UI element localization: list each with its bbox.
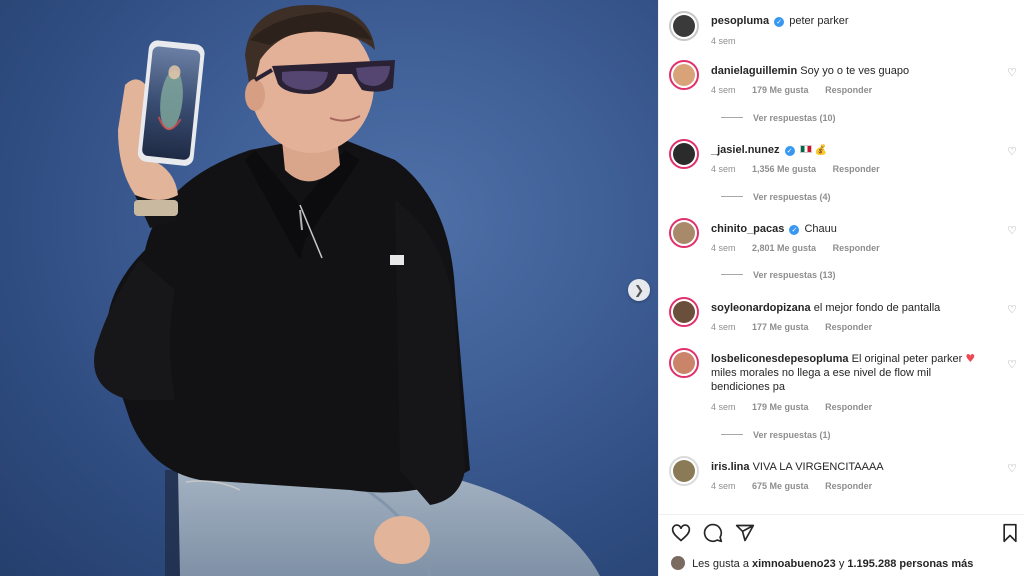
commenter-username[interactable]: danielaguillemin [711, 65, 797, 77]
liker-avatar [671, 556, 685, 570]
view-replies-link[interactable]: Ver respuestas (10) [721, 113, 836, 123]
bookmark-icon[interactable] [1001, 523, 1019, 543]
view-replies-link[interactable]: Ver respuestas (1) [721, 430, 831, 440]
author-avatar[interactable] [669, 11, 699, 41]
comment-text: iris.lina VIVA LA VIRGENCITAAAA [711, 460, 991, 474]
comment-time: 4 sem [711, 322, 736, 332]
comment-item: losbeliconesdepesopluma El original pete… [669, 348, 1019, 444]
comments-panel: pesopluma ✓ peter parker 4 sem danielagu… [658, 0, 1024, 576]
commenter-username[interactable]: iris.lina [711, 461, 750, 473]
comment-body: El original peter parker [851, 353, 963, 365]
comment-time: 4 sem [711, 85, 736, 95]
likes-prefix: Les gusta a [692, 558, 749, 570]
comment-text: losbeliconesdepesopluma El original pete… [711, 352, 991, 394]
heart-icon[interactable]: ♡ [1007, 462, 1017, 475]
money-bag-icon: 💰 [814, 145, 828, 156]
mexico-flag-icon [799, 145, 812, 153]
reply-button[interactable]: Responder [825, 402, 872, 412]
comment-meta: 4 sem 179 Me gusta Responder [711, 402, 886, 412]
comment-body-continued: miles morales no llega a ese nivel de fl… [711, 367, 932, 393]
heart-icon[interactable]: ♡ [1007, 358, 1017, 371]
post-caption-line: pesopluma ✓ peter parker [711, 15, 849, 27]
reply-button[interactable]: Responder [825, 322, 872, 332]
heart-icon[interactable]: ♡ [1007, 303, 1017, 316]
view-replies-label: Ver respuestas (13) [753, 270, 836, 280]
likes-count[interactable]: 1.195.288 personas más [847, 558, 973, 570]
heart-icon[interactable]: ♡ [1007, 145, 1017, 158]
commenter-avatar[interactable] [669, 60, 699, 90]
comment-body: VIVA LA VIRGENCITAAAA [752, 461, 884, 473]
comment-text: soyleonardopizana el mejor fondo de pant… [711, 301, 991, 315]
comment-likes[interactable]: 1,356 Me gusta [752, 164, 816, 174]
post-photo[interactable]: ❯ [0, 0, 658, 576]
view-replies-link[interactable]: Ver respuestas (4) [721, 192, 831, 202]
heart-icon[interactable]: ♡ [1007, 66, 1017, 79]
view-replies-link[interactable]: Ver respuestas (13) [721, 270, 836, 280]
post-time: 4 sem [711, 36, 736, 46]
comment-meta: 4 sem 2,801 Me gusta Responder [711, 243, 894, 253]
view-replies-label: Ver respuestas (10) [753, 113, 836, 123]
next-slide-button[interactable]: ❯ [628, 279, 650, 301]
comment-body: el mejor fondo de pantalla [813, 302, 941, 314]
view-replies-label: Ver respuestas (1) [753, 430, 831, 440]
chevron-right-icon: ❯ [633, 283, 645, 297]
comment-text: danielaguillemin Soy yo o te ves guapo [711, 64, 991, 78]
comment-time: 4 sem [711, 164, 736, 174]
comment-likes[interactable]: 179 Me gusta [752, 85, 809, 95]
reply-button[interactable]: Responder [825, 85, 872, 95]
comment-item: _jasiel.nunez ✓ 💰 4 sem 1,356 Me gusta R… [669, 139, 1019, 209]
commenter-avatar[interactable] [669, 139, 699, 169]
heart-icon[interactable]: ♡ [1007, 224, 1017, 237]
red-heart-icon: ♥ [965, 352, 976, 365]
comment-body: Soy yo o te ves guapo [800, 65, 910, 77]
comment-item: chinito_pacas ✓ Chauu 4 sem 2,801 Me gus… [669, 218, 1019, 288]
comment-meta: 4 sem 1,356 Me gusta Responder [711, 164, 894, 174]
commenter-username[interactable]: soyleonardopizana [711, 302, 811, 314]
verified-icon: ✓ [774, 17, 785, 27]
likes-middle: y [838, 558, 845, 570]
verified-icon: ✓ [789, 225, 800, 235]
verified-icon: ✓ [784, 146, 795, 156]
comment-time: 4 sem [711, 243, 736, 253]
comment-item: danielaguillemin Soy yo o te ves guapo 4… [669, 60, 1019, 130]
post-action-bar [659, 514, 1024, 550]
reply-button[interactable]: Responder [833, 164, 880, 174]
commenter-avatar[interactable] [669, 297, 699, 327]
comment-likes[interactable]: 675 Me gusta [752, 481, 809, 491]
post-caption: peter parker [789, 15, 849, 27]
likes-summary[interactable]: Les gusta a ximnoabueno23 y 1.195.288 pe… [671, 556, 973, 570]
post-header: pesopluma ✓ peter parker 4 sem [669, 9, 1009, 49]
commenter-avatar[interactable] [669, 456, 699, 486]
comment-text: chinito_pacas ✓ Chauu [711, 222, 991, 236]
comment-time: 4 sem [711, 402, 736, 412]
heart-icon[interactable] [671, 523, 691, 543]
comment-item: soyleonardopizana el mejor fondo de pant… [669, 297, 1019, 341]
reply-button[interactable]: Responder [833, 243, 880, 253]
comment-icon[interactable] [703, 523, 723, 543]
comment-meta: 4 sem 179 Me gusta Responder [711, 85, 886, 95]
view-replies-label: Ver respuestas (4) [753, 192, 831, 202]
comment-meta: 4 sem 675 Me gusta Responder [711, 481, 886, 491]
comment-text: _jasiel.nunez ✓ 💰 [711, 143, 991, 158]
liker-username[interactable]: ximnoabueno23 [752, 558, 836, 570]
comment-likes[interactable]: 179 Me gusta [752, 402, 809, 412]
commenter-avatar[interactable] [669, 348, 699, 378]
comment-meta: 4 sem 177 Me gusta Responder [711, 322, 886, 332]
comment-body: Chauu [804, 223, 837, 235]
comment-likes[interactable]: 2,801 Me gusta [752, 243, 816, 253]
photo-illustration [94, 5, 600, 576]
comment-time: 4 sem [711, 481, 736, 491]
commenter-username[interactable]: losbeliconesdepesopluma [711, 353, 849, 365]
commenter-avatar[interactable] [669, 218, 699, 248]
commenter-username[interactable]: chinito_pacas [711, 223, 784, 235]
comment-likes[interactable]: 177 Me gusta [752, 322, 809, 332]
reply-button[interactable]: Responder [825, 481, 872, 491]
author-username[interactable]: pesopluma [711, 15, 769, 27]
comment-item: iris.lina VIVA LA VIRGENCITAAAA 4 sem 67… [669, 456, 1019, 500]
commenter-username[interactable]: _jasiel.nunez [711, 144, 779, 156]
share-icon[interactable] [735, 523, 755, 543]
